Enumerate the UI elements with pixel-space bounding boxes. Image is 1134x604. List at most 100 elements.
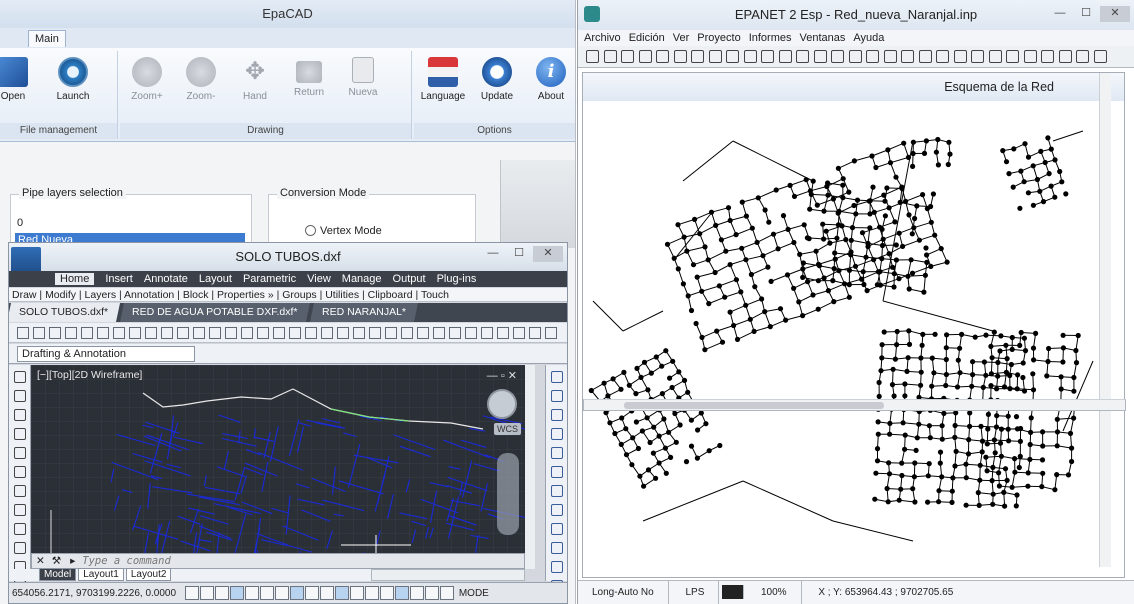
toolbar-tool-icon[interactable] <box>49 327 61 339</box>
pipe-link[interactable] <box>888 200 906 209</box>
junction-node[interactable] <box>791 285 797 291</box>
junction-node[interactable] <box>921 289 927 295</box>
open-button[interactable]: Open <box>0 57 38 102</box>
junction-node[interactable] <box>913 447 919 453</box>
junction-node[interactable] <box>864 288 870 294</box>
junction-node[interactable] <box>650 450 656 456</box>
junction-node[interactable] <box>873 164 879 171</box>
junction-node[interactable] <box>990 464 996 470</box>
junction-node[interactable] <box>1004 356 1010 362</box>
junction-node[interactable] <box>944 332 950 338</box>
pipe-link[interactable] <box>622 310 664 332</box>
status-toggle-icon[interactable] <box>289 586 304 601</box>
toolbar-tool-icon[interactable] <box>417 327 429 339</box>
junction-node[interactable] <box>666 429 672 435</box>
junction-node[interactable] <box>821 275 827 281</box>
junction-node[interactable] <box>832 250 838 256</box>
junction-node[interactable] <box>846 294 852 300</box>
pipe-link[interactable] <box>716 325 734 332</box>
junction-node[interactable] <box>879 242 886 249</box>
junction-node[interactable] <box>860 269 866 275</box>
layout-tab[interactable]: Model <box>39 568 77 581</box>
junction-node[interactable] <box>900 420 906 426</box>
junction-node[interactable] <box>1052 194 1058 200</box>
junction-node[interactable] <box>685 293 691 299</box>
junction-node[interactable] <box>1028 429 1034 435</box>
junction-node[interactable] <box>675 266 681 272</box>
document-tab[interactable]: SOLO TUBOS.dxf* <box>9 303 121 322</box>
junction-node[interactable] <box>653 354 659 360</box>
junction-node[interactable] <box>766 219 772 225</box>
junction-node[interactable] <box>814 202 820 208</box>
pipe-link[interactable] <box>697 272 716 278</box>
junction-node[interactable] <box>998 426 1005 432</box>
junction-node[interactable] <box>979 438 986 444</box>
junction-node[interactable] <box>671 255 677 261</box>
junction-node[interactable] <box>909 270 916 276</box>
junction-node[interactable] <box>897 199 903 205</box>
junction-node[interactable] <box>874 458 881 464</box>
junction-node[interactable] <box>656 460 662 466</box>
maximize-button[interactable]: ☐ <box>1074 6 1098 22</box>
junction-node[interactable] <box>797 251 803 257</box>
pipe-link[interactable] <box>785 315 803 321</box>
junction-node[interactable] <box>830 278 836 284</box>
junction-node[interactable] <box>863 254 869 260</box>
junction-node[interactable] <box>667 375 673 381</box>
ribbon-tab-view[interactable]: View <box>307 273 331 285</box>
pipe-link[interactable] <box>701 285 720 292</box>
mode-indicator[interactable]: MODE <box>459 588 489 599</box>
pipe-link[interactable] <box>704 341 723 351</box>
junction-node[interactable] <box>835 222 841 228</box>
junction-node[interactable] <box>675 222 681 228</box>
junction-node[interactable] <box>896 276 902 282</box>
junction-node[interactable] <box>943 371 949 378</box>
junction-node[interactable] <box>1065 472 1072 478</box>
junction-node[interactable] <box>775 246 781 252</box>
junction-node[interactable] <box>848 252 854 258</box>
junction-node[interactable] <box>800 266 806 272</box>
map-horizontal-scrollbar[interactable] <box>583 399 1126 411</box>
toolbar-tool-icon[interactable] <box>621 50 634 63</box>
pipe-link[interactable] <box>592 300 624 332</box>
junction-node[interactable] <box>996 470 1002 476</box>
junction-node[interactable] <box>988 343 994 349</box>
vertex-mode-radio[interactable]: Vertex Mode <box>305 225 382 237</box>
junction-node[interactable] <box>677 422 683 428</box>
draw-tool-icon[interactable] <box>13 447 26 459</box>
junction-node[interactable] <box>680 281 686 287</box>
junction-node[interactable] <box>1004 477 1010 483</box>
junction-node[interactable] <box>1017 342 1023 348</box>
toolbar-tool-icon[interactable] <box>545 327 557 339</box>
junction-node[interactable] <box>1005 413 1011 419</box>
junction-node[interactable] <box>900 243 906 249</box>
junction-node[interactable] <box>1054 416 1060 422</box>
junction-node[interactable] <box>902 381 908 387</box>
junction-node[interactable] <box>672 410 678 417</box>
junction-node[interactable] <box>688 417 694 423</box>
junction-node[interactable] <box>952 463 958 469</box>
junction-node[interactable] <box>1018 168 1024 174</box>
toolbar-tool-icon[interactable] <box>33 327 45 339</box>
junction-node[interactable] <box>891 271 897 277</box>
junction-node[interactable] <box>1071 374 1077 381</box>
junction-node[interactable] <box>881 192 887 198</box>
command-input[interactable]: Type a command <box>82 555 171 567</box>
junction-node[interactable] <box>645 387 651 393</box>
junction-node[interactable] <box>865 240 871 246</box>
junction-node[interactable] <box>784 272 791 278</box>
toolbar-tool-icon[interactable] <box>241 327 253 339</box>
junction-node[interactable] <box>967 423 973 429</box>
junction-node[interactable] <box>955 357 961 363</box>
junction-node[interactable] <box>988 371 994 377</box>
junction-node[interactable] <box>1030 163 1036 169</box>
junction-node[interactable] <box>975 490 981 496</box>
junction-node[interactable] <box>848 237 854 243</box>
junction-node[interactable] <box>1017 453 1023 459</box>
junction-node[interactable] <box>872 496 878 502</box>
junction-node[interactable] <box>823 228 829 234</box>
junction-node[interactable] <box>630 435 636 441</box>
junction-node[interactable] <box>1037 188 1043 194</box>
junction-node[interactable] <box>653 475 659 481</box>
toolbar-tool-icon[interactable] <box>953 50 967 63</box>
